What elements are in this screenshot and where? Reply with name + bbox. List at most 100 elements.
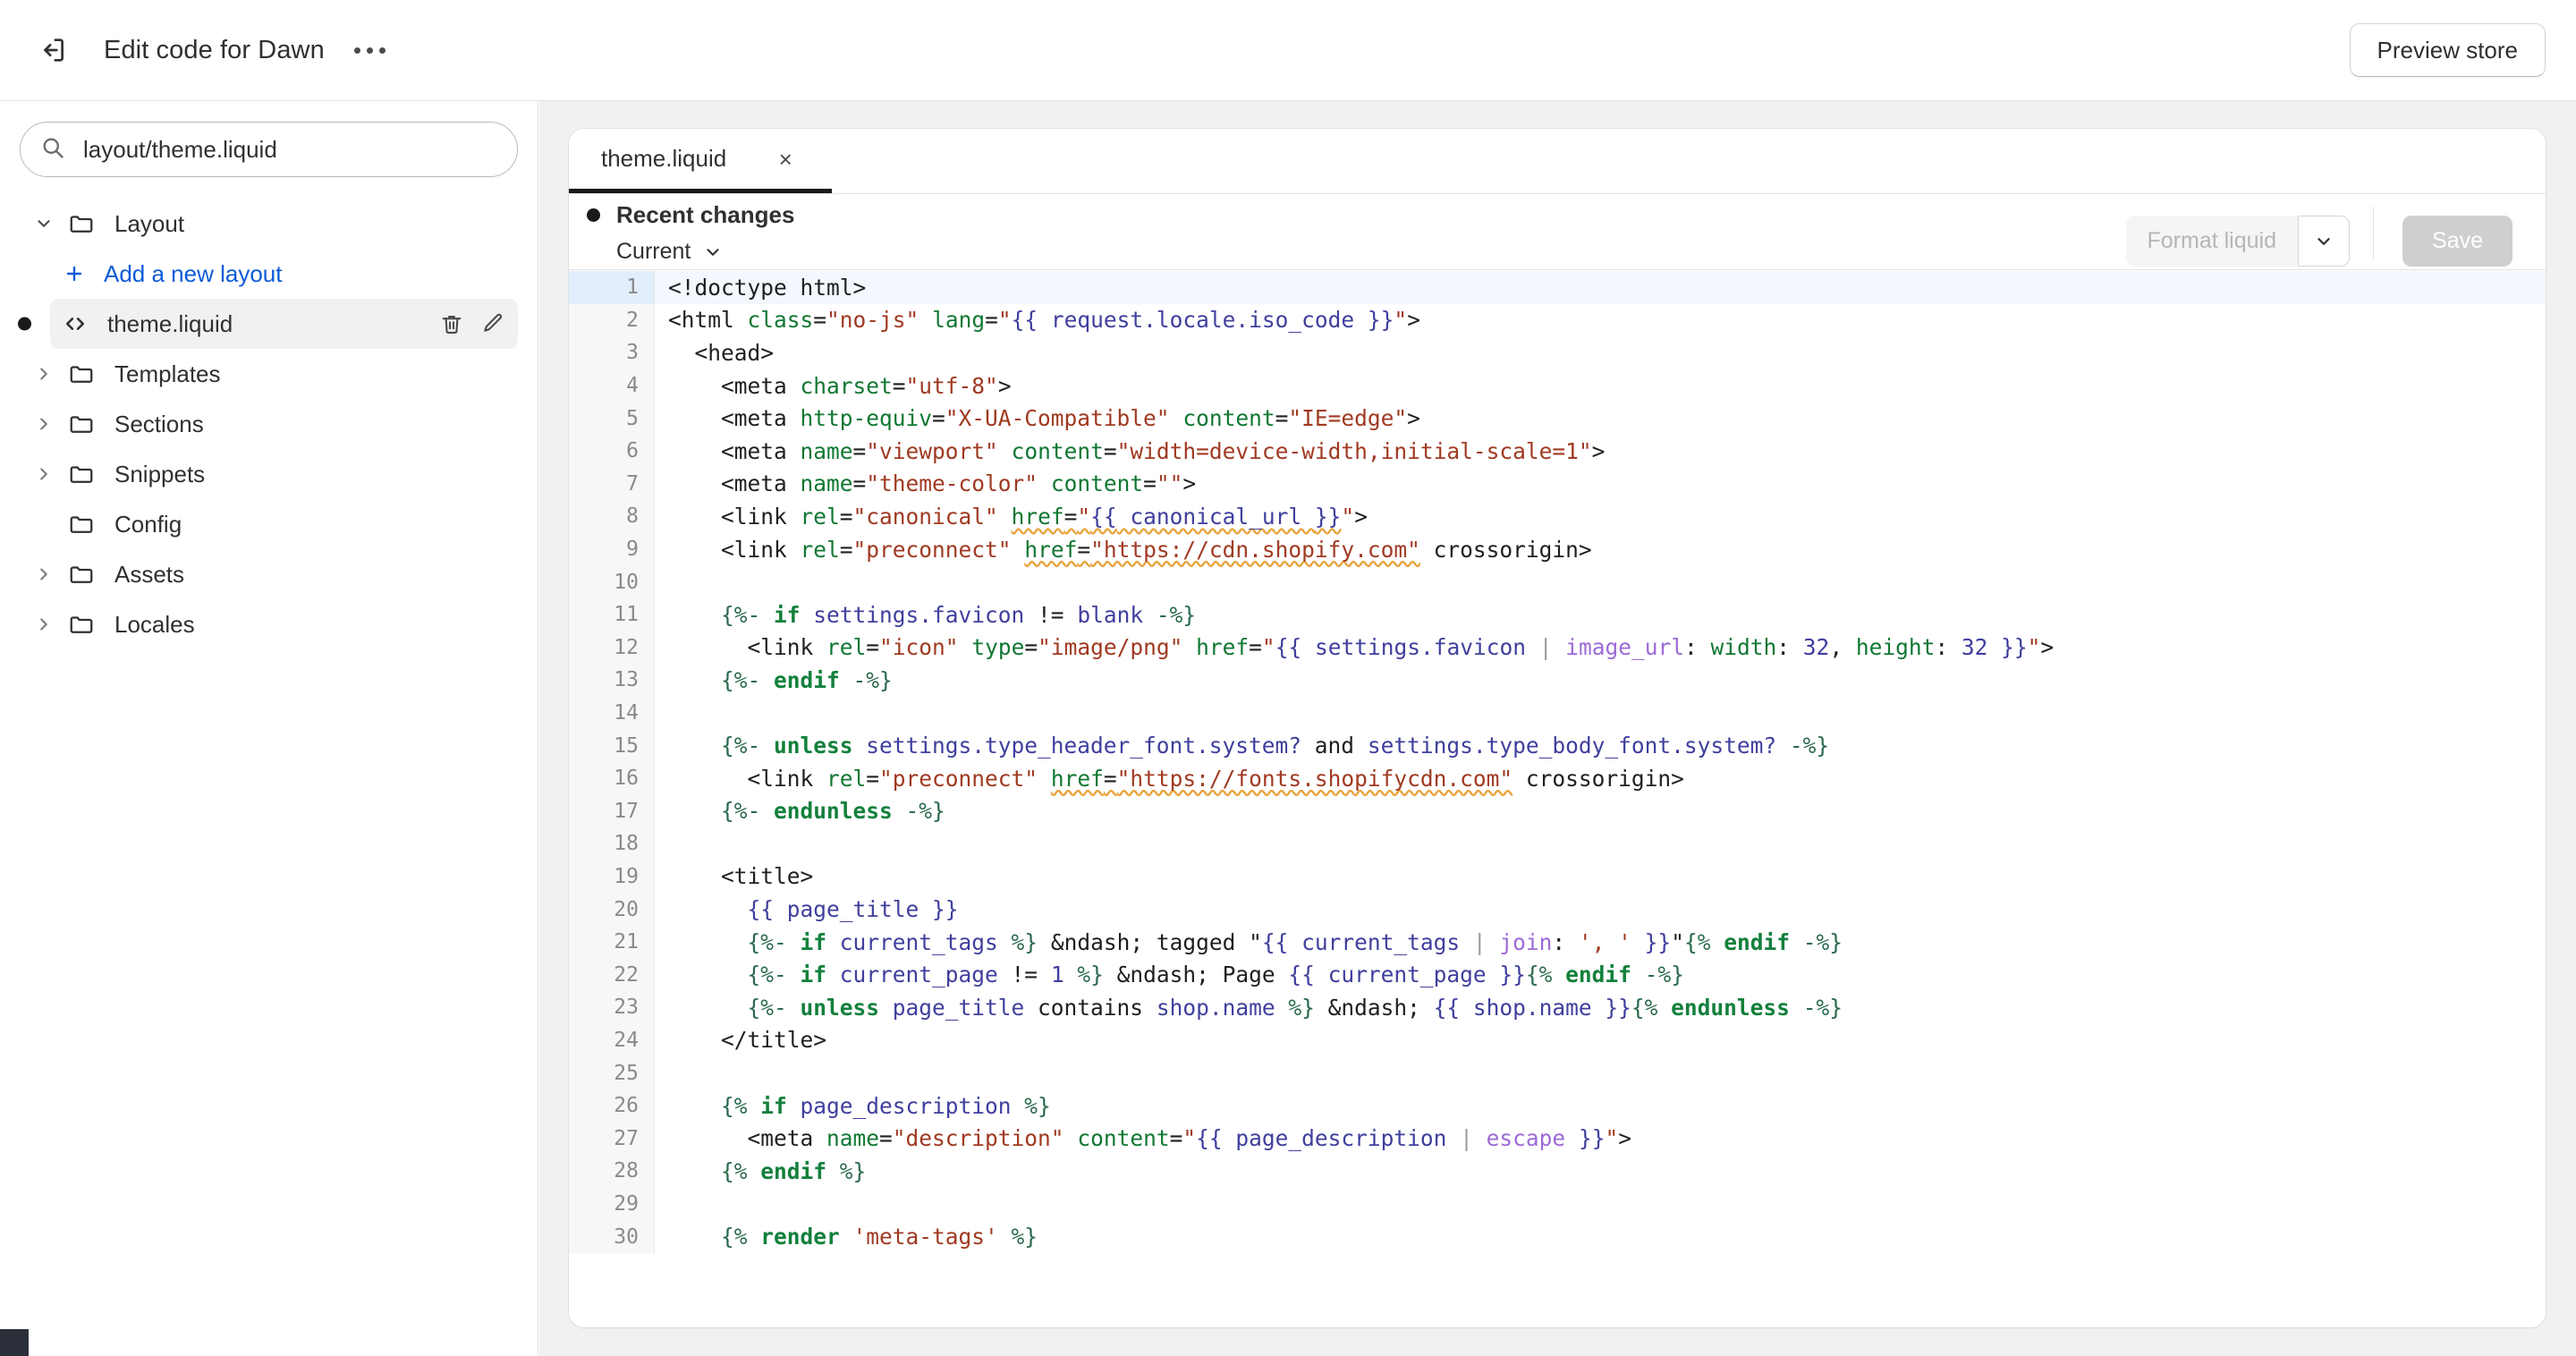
code-token: <link [668, 634, 827, 661]
code-line[interactable]: 11 {%- if settings.favicon != blank -%} [569, 597, 2546, 631]
sidebar-folder-snippets[interactable]: Snippets [20, 449, 518, 499]
code-token: name [800, 437, 853, 464]
code-token: > [1407, 405, 1420, 432]
code-token: = [813, 307, 827, 334]
code-line[interactable]: 7 <meta name = "theme-color" content = "" > [569, 467, 2546, 501]
search-icon [40, 135, 65, 165]
code-token: "https://fonts.shopifycdn.com" [1116, 765, 1513, 792]
code-token: = [1143, 470, 1157, 497]
code-token: | [1538, 634, 1566, 661]
code-line[interactable]: 17 {%- endunless -%} [569, 794, 2546, 828]
sidebar-folder-label: Locales [114, 610, 195, 638]
status-dot [587, 208, 600, 222]
file-row-actions [439, 311, 518, 336]
code-line-text [655, 697, 2546, 730]
code-token: endif [774, 666, 840, 693]
code-editor[interactable]: 1 <!doctype html> 2 <html class = "no-js" lan… [569, 271, 2546, 1327]
code-token: content [1182, 405, 1275, 432]
more-horizontal-icon[interactable] [346, 26, 394, 74]
code-token: <title> [668, 863, 814, 890]
sidebar-folder-layout[interactable]: Layout [20, 199, 518, 249]
code-line[interactable]: 25 [569, 1056, 2546, 1089]
code-token: {%- [668, 601, 775, 628]
version-select-label: Current [616, 239, 691, 264]
code-token: page_description [786, 1092, 1025, 1119]
code-token: > [1182, 470, 1197, 497]
code-line[interactable]: 3 <head> [569, 336, 2546, 369]
code-line-text: {%- unless page_title contains shop.name… [655, 991, 2546, 1024]
code-token: "X-UA-Compatible" [945, 405, 1170, 432]
line-number: 16 [569, 761, 655, 795]
close-icon[interactable]: × [769, 143, 801, 175]
sidebar-file-theme-liquid[interactable]: theme.liquid [18, 299, 518, 349]
code-token: -%} [1789, 928, 1843, 955]
code-line[interactable]: 8 <link rel = "canonical" href = "{{ canonic… [569, 500, 2546, 533]
code-token: {% [668, 1224, 761, 1250]
search-field[interactable] [20, 122, 518, 177]
sidebar-folder-config[interactable]: Config [20, 499, 518, 549]
sidebar-folder-templates[interactable]: Templates [20, 349, 518, 399]
code-line[interactable]: 6 <meta name = "viewport" content = "width=d… [569, 434, 2546, 468]
code-line[interactable]: 22 {%- if current_page != 1 %} &ndash; P… [569, 958, 2546, 992]
code-line[interactable]: 10 [569, 565, 2546, 598]
code-line[interactable]: 20 {{ page_title }} [569, 893, 2546, 926]
code-line[interactable]: 23 {%- unless page_title contains shop.n… [569, 991, 2546, 1024]
code-line[interactable]: 2 <html class = "no-js" lang = "{{ request.lo… [569, 303, 2546, 337]
preview-store-button[interactable]: Preview store [2349, 23, 2546, 77]
code-line[interactable]: 4 <meta charset = "utf-8" > [569, 369, 2546, 403]
code-token: = [1024, 634, 1038, 661]
sidebar-folder-assets[interactable]: Assets [20, 549, 518, 599]
pencil-icon[interactable] [480, 311, 505, 336]
code-line[interactable]: 16 <link rel = "preconnect" href = "https://… [569, 761, 2546, 795]
code-token: 'meta-tags' [839, 1224, 998, 1250]
code-line[interactable]: 28 {% endif %} [569, 1155, 2546, 1188]
code-token: {{ [1261, 928, 1289, 955]
line-number: 21 [569, 925, 655, 959]
code-line-text: <link rel = "preconnect" href = "https://fon… [655, 762, 2546, 795]
code-token: request.locale.iso_code [1038, 307, 1368, 334]
code-line[interactable]: 19 <title> [569, 860, 2546, 894]
code-line[interactable]: 13 {%- endif -%} [569, 664, 2546, 697]
code-token: "theme-color" [866, 470, 1038, 497]
code-line[interactable]: 14 [569, 696, 2546, 730]
code-line[interactable]: 1 <!doctype html> [569, 271, 2546, 304]
code-line[interactable]: 18 [569, 827, 2546, 860]
sidebar-folder-sections[interactable]: Sections [20, 399, 518, 449]
line-number: 18 [569, 827, 655, 860]
code-line[interactable]: 5 <meta http-equiv = "X-UA-Compatible" con… [569, 402, 2546, 435]
save-button[interactable]: Save [2402, 216, 2512, 267]
tab-theme-liquid[interactable]: theme.liquid × [569, 129, 833, 193]
exit-icon[interactable] [25, 22, 80, 78]
code-token: rel [800, 536, 840, 563]
search-input[interactable] [81, 134, 497, 165]
code-line[interactable]: 9 <link rel = "preconnect" href = "https://c… [569, 532, 2546, 566]
format-liquid-button[interactable]: Format liquid [2125, 216, 2298, 267]
code-token: type [971, 634, 1025, 661]
chevron-down-icon[interactable] [2298, 216, 2350, 267]
line-number: 2 [569, 303, 655, 337]
code-token: {{ [1011, 307, 1038, 334]
code-line-text: <link rel = "icon" type = "image/png" href = "… [655, 631, 2546, 665]
code-line[interactable]: 24 </title> [569, 1023, 2546, 1057]
unsaved-dot [18, 317, 31, 331]
trash-icon[interactable] [439, 311, 464, 336]
code-token: current_tags [1288, 928, 1473, 955]
code-line[interactable]: 21 {%- if current_tags %} &ndash; tagged… [569, 925, 2546, 959]
code-line[interactable]: 29 [569, 1187, 2546, 1221]
code-line[interactable]: 26 {% if page_description %} [569, 1089, 2546, 1123]
code-line[interactable]: 27 <meta name = "description" content = "{{ … [569, 1122, 2546, 1156]
code-line-text: <link rel = "preconnect" href = "https://cdn… [655, 533, 2546, 566]
recent-changes-group: Recent changes [587, 201, 794, 229]
code-token: }} [1565, 1125, 1606, 1152]
add-new-layout-link[interactable]: Add a new layout [50, 249, 518, 299]
code-line[interactable]: 30 {% render 'meta-tags' %} [569, 1220, 2546, 1253]
sidebar-folder-locales[interactable]: Locales [20, 599, 518, 649]
sidebar-file-label: theme.liquid [107, 309, 233, 337]
code-line[interactable]: 15 {%- unless settings.type_header_font.… [569, 729, 2546, 762]
version-select[interactable]: Current [616, 239, 723, 265]
code-line[interactable]: 12 <link rel = "icon" type = "image/png" hre… [569, 631, 2546, 665]
toolbar-divider [2373, 207, 2374, 258]
